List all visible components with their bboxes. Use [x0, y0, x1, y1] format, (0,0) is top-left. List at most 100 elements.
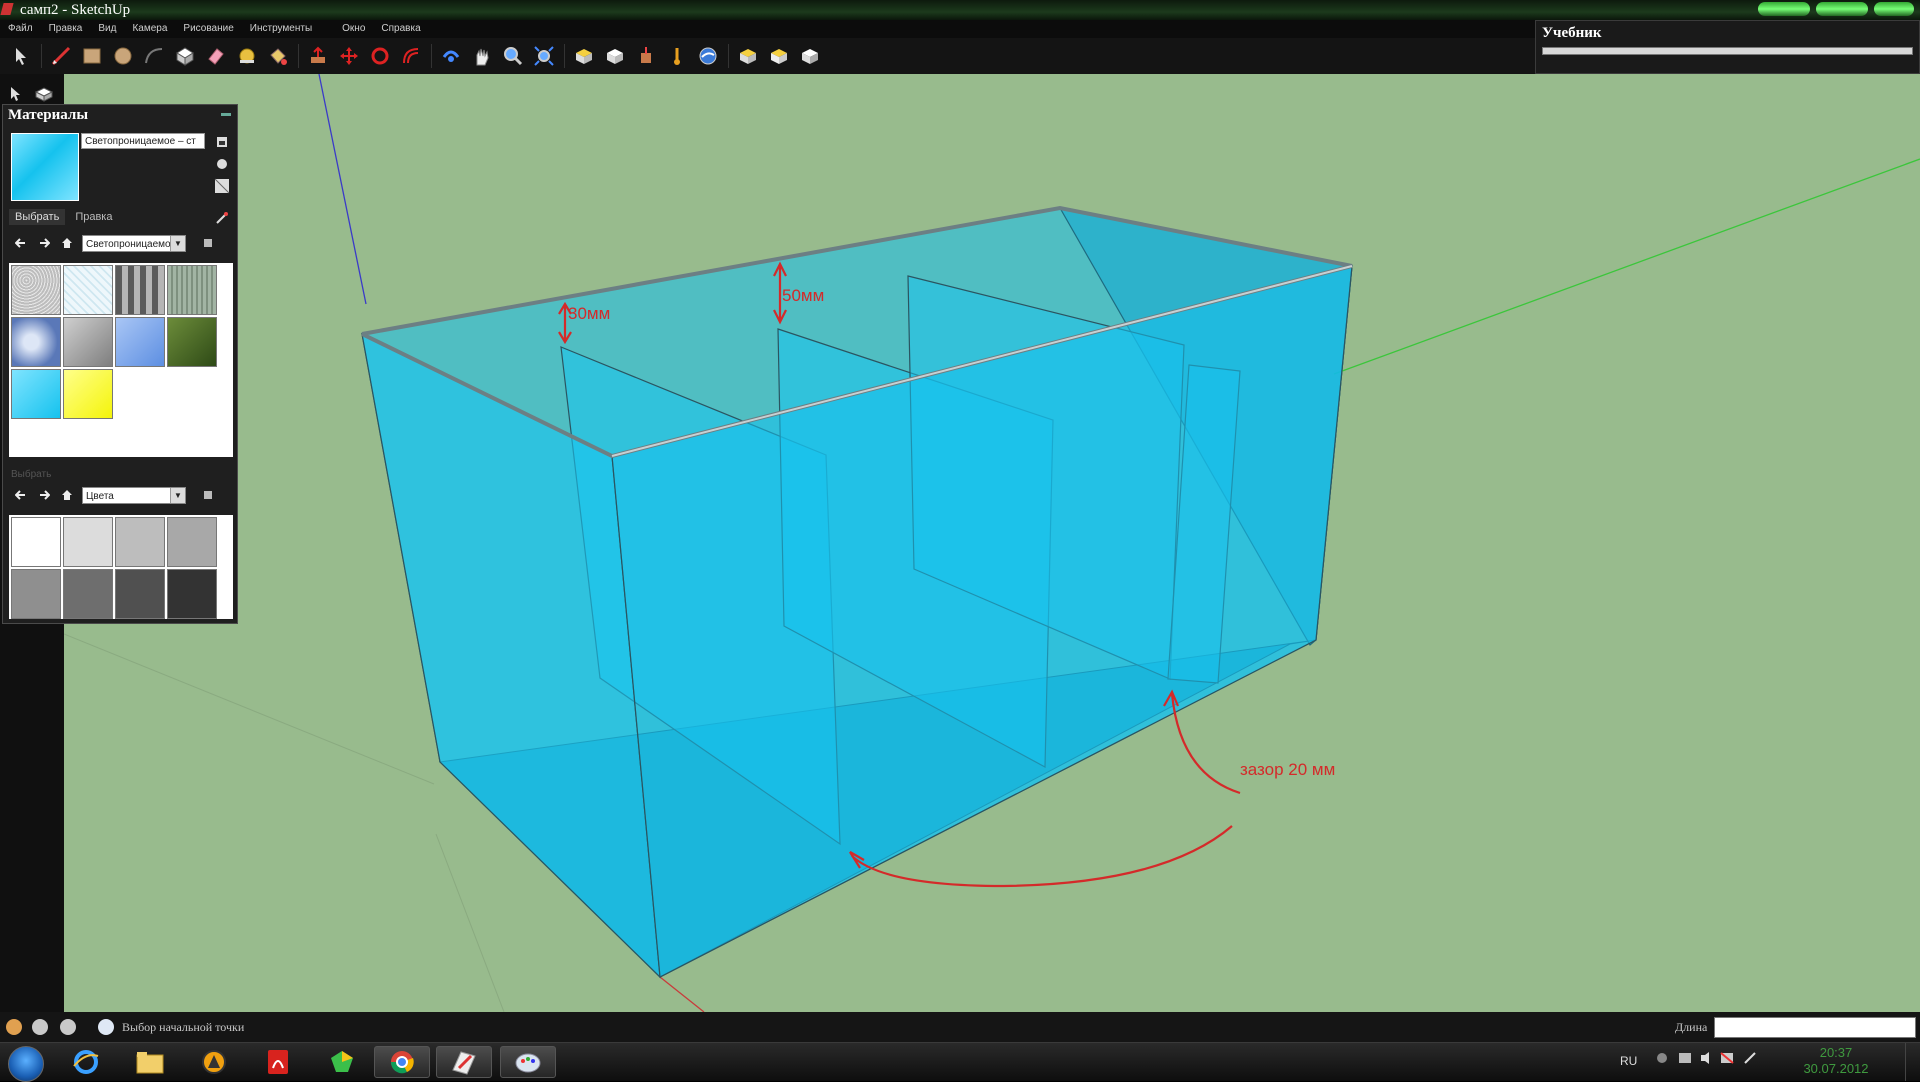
back-arrow-icon[interactable]: [11, 233, 31, 253]
rotate-tool-icon[interactable]: [367, 43, 393, 69]
credits-icon[interactable]: [32, 1019, 48, 1035]
menu-edit[interactable]: Правка: [41, 20, 91, 38]
menu-camera[interactable]: Камера: [124, 20, 175, 38]
swatch-sky[interactable]: [11, 317, 61, 367]
orbit-tool-icon[interactable]: [438, 43, 464, 69]
back-arrow-icon[interactable]: [11, 485, 31, 505]
details-icon[interactable]: [198, 485, 218, 505]
push-pull-icon[interactable]: [305, 43, 331, 69]
instructor-collapse-bar[interactable]: [1542, 47, 1913, 55]
swatch-white[interactable]: [11, 517, 61, 567]
zoom-extents-icon[interactable]: [531, 43, 557, 69]
swatch-concrete[interactable]: [11, 265, 61, 315]
file-explorer-icon[interactable]: [122, 1046, 178, 1078]
paint-bucket-icon[interactable]: [265, 43, 291, 69]
menu-draw[interactable]: Рисование: [175, 20, 241, 38]
paint-default-icon[interactable]: [213, 155, 231, 173]
eyedropper-icon[interactable]: [213, 209, 231, 227]
pan-tool-icon[interactable]: [469, 43, 495, 69]
create-material-icon[interactable]: [213, 133, 231, 151]
get-photo-texture-icon[interactable]: [664, 43, 690, 69]
toolbar-separator: [728, 44, 729, 68]
swatch-blue[interactable]: [115, 317, 165, 367]
menu-help[interactable]: Справка: [373, 20, 428, 38]
swatch-gray-3[interactable]: [63, 569, 113, 619]
aimp-icon[interactable]: [186, 1046, 242, 1078]
close-button[interactable]: [1874, 2, 1914, 16]
arc-tool-icon[interactable]: [141, 43, 167, 69]
menu-window[interactable]: Окно: [334, 20, 373, 38]
minimize-button[interactable]: [1758, 2, 1810, 16]
tape-measure-icon[interactable]: [234, 43, 260, 69]
geo-location-icon[interactable]: [6, 1019, 22, 1035]
tab-edit[interactable]: Правка: [69, 209, 118, 225]
offset-tool-icon[interactable]: [398, 43, 424, 69]
menu-file[interactable]: Файл: [0, 20, 41, 38]
forward-arrow-icon[interactable]: [34, 233, 54, 253]
length-input[interactable]: [1714, 1017, 1916, 1038]
help-icon[interactable]: [98, 1019, 114, 1035]
swatch-dark-green[interactable]: [167, 317, 217, 367]
maximize-button[interactable]: [1816, 2, 1868, 16]
circle-tool-icon[interactable]: [110, 43, 136, 69]
google-earth-icon[interactable]: [695, 43, 721, 69]
select-arrow-icon[interactable]: [4, 82, 28, 106]
details-icon[interactable]: [198, 233, 218, 253]
swatch-gray-2[interactable]: [11, 569, 61, 619]
main-toolbar: [0, 38, 1535, 74]
swatch-light-gray[interactable]: [63, 517, 113, 567]
forward-arrow-icon[interactable]: [34, 485, 54, 505]
share-component-icon[interactable]: [633, 43, 659, 69]
collapse-panel-icon[interactable]: [221, 113, 231, 116]
library-value: Светопроницаемое: [86, 238, 177, 250]
swatch-silver[interactable]: [115, 517, 165, 567]
user-icon[interactable]: [60, 1019, 76, 1035]
move-tool-icon[interactable]: [336, 43, 362, 69]
tray-status-icons[interactable]: [1655, 1051, 1765, 1065]
swatch-yellow[interactable]: [63, 369, 113, 419]
clock[interactable]: 20:37 30.07.2012: [1786, 1045, 1886, 1077]
rectangle-tool-icon[interactable]: [79, 43, 105, 69]
material-name-field[interactable]: Светопроницаемое – ст: [81, 133, 205, 149]
swatch-gray-1[interactable]: [167, 517, 217, 567]
swatch-translucent-pattern[interactable]: [115, 265, 165, 315]
current-material-swatch[interactable]: [11, 133, 79, 201]
secondary-library-dropdown[interactable]: Цвета ▼: [82, 486, 186, 504]
swatch-green-glass[interactable]: [167, 265, 217, 315]
window-controls: [1758, 2, 1914, 16]
library-dropdown[interactable]: Светопроницаемое ▼: [82, 234, 186, 252]
menu-view[interactable]: Вид: [90, 20, 124, 38]
extension-warehouse-icon[interactable]: [735, 43, 761, 69]
sketchup-taskbar-icon[interactable]: [436, 1046, 492, 1078]
tab-select[interactable]: Выбрать: [9, 209, 66, 225]
model-viewport[interactable]: 30мм 50мм зазор 20 мм: [64, 74, 1920, 1012]
swatch-gray[interactable]: [63, 317, 113, 367]
get-models-icon[interactable]: [571, 43, 597, 69]
line-tool-icon[interactable]: [48, 43, 74, 69]
swatch-glass-grid[interactable]: [63, 265, 113, 315]
picasa-icon[interactable]: [314, 1046, 370, 1078]
home-icon[interactable]: [57, 233, 77, 253]
layout-icon[interactable]: [766, 43, 792, 69]
make-component-icon[interactable]: [172, 43, 198, 69]
sample-paint-icon[interactable]: [213, 177, 231, 195]
chrome-icon[interactable]: [374, 1046, 430, 1078]
swatch-gray-5[interactable]: [167, 569, 217, 619]
share-model-icon[interactable]: [602, 43, 628, 69]
style-builder-icon[interactable]: [797, 43, 823, 69]
menu-tools[interactable]: Инструменты: [242, 20, 320, 38]
eraser-tool-icon[interactable]: [203, 43, 229, 69]
internet-explorer-icon[interactable]: [58, 1046, 114, 1078]
select-tool-icon[interactable]: [8, 43, 34, 69]
start-button[interactable]: [8, 1046, 44, 1082]
swatch-cyan[interactable]: [11, 369, 61, 419]
toolbar-separator: [298, 44, 299, 68]
show-desktop-button[interactable]: [1905, 1043, 1920, 1081]
component-icon[interactable]: [32, 82, 56, 106]
home-icon[interactable]: [57, 485, 77, 505]
zoom-tool-icon[interactable]: [500, 43, 526, 69]
acrobat-reader-icon[interactable]: [250, 1046, 306, 1078]
paint-icon[interactable]: [500, 1046, 556, 1078]
swatch-gray-4[interactable]: [115, 569, 165, 619]
language-indicator[interactable]: RU: [1620, 1054, 1637, 1068]
